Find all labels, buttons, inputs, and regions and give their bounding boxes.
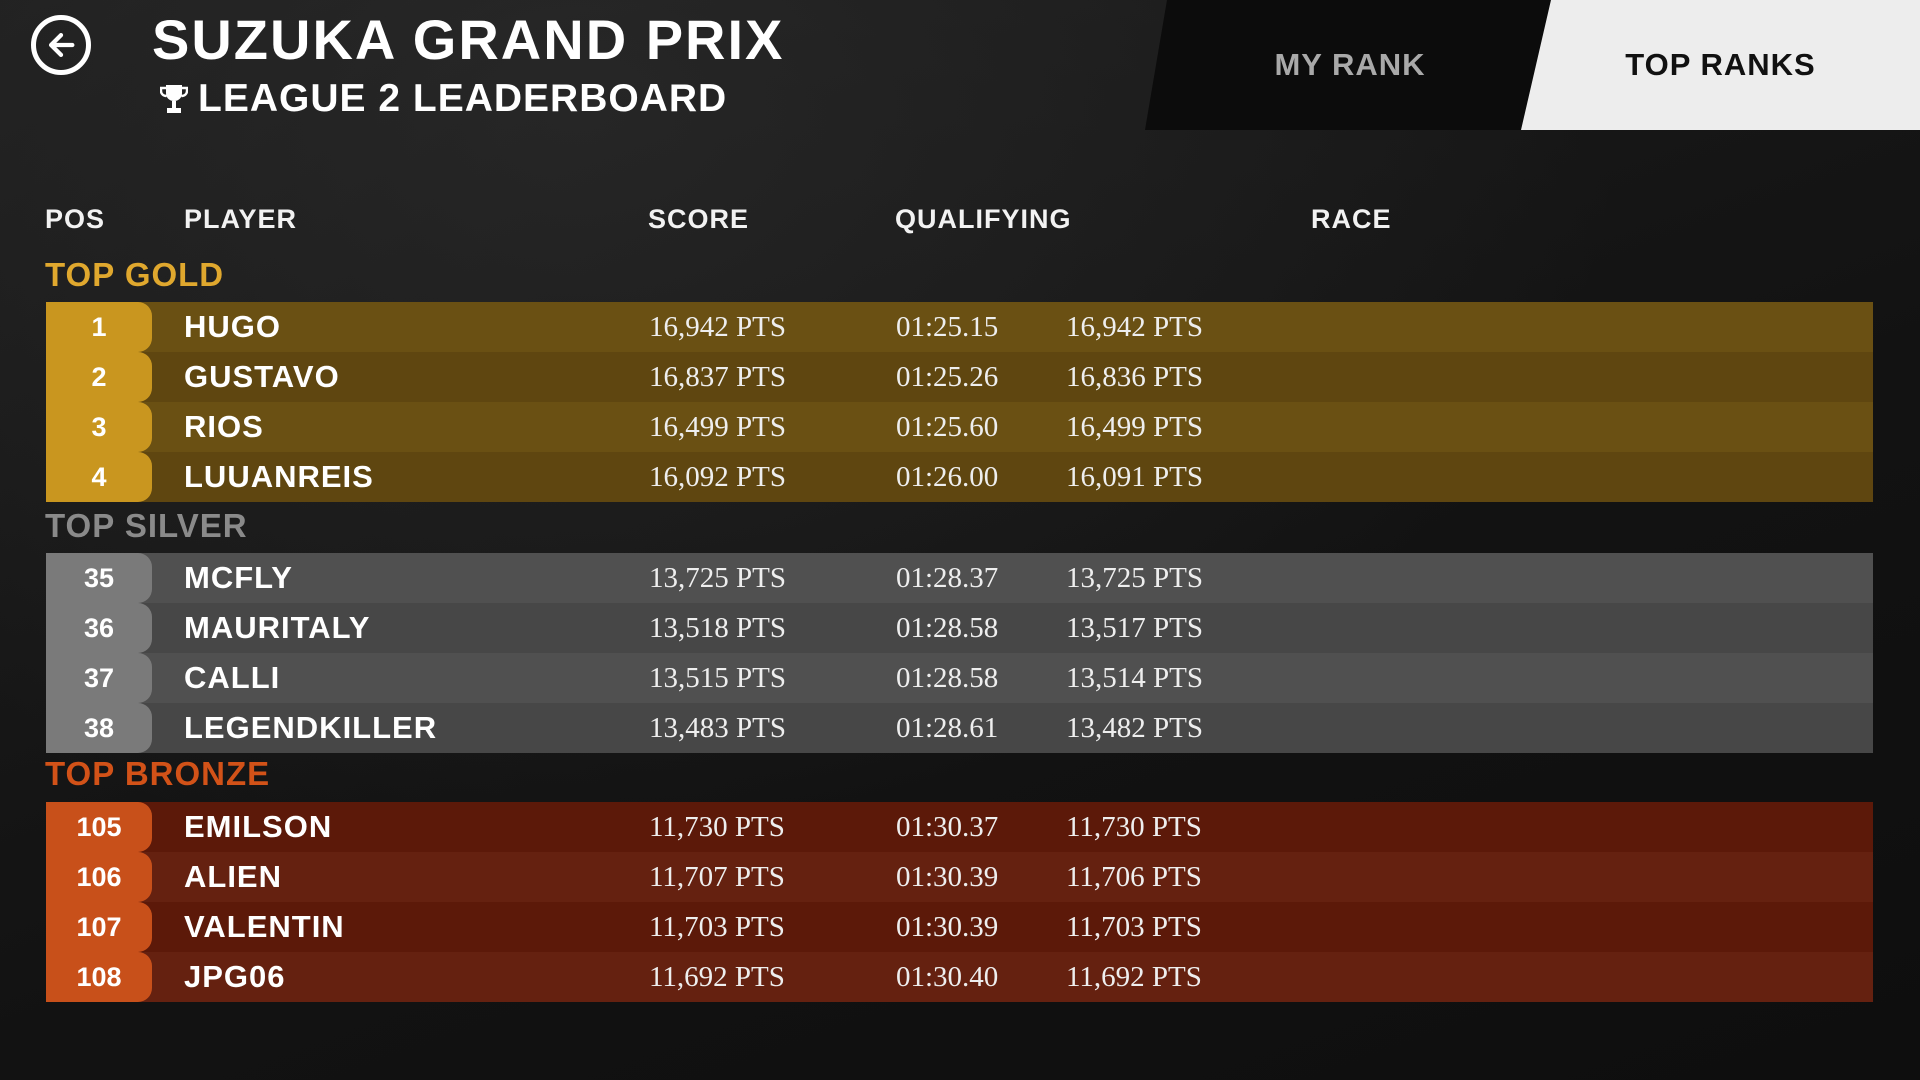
table-row[interactable]: 37 CALLI 13,515 PTS 01:28.58 13,514 PTS <box>46 653 1873 703</box>
section-label-gold: TOP GOLD <box>45 256 225 293</box>
qualifying-time: 01:28.37 <box>896 562 999 594</box>
position-badge: 107 <box>46 902 152 952</box>
table-row[interactable]: 3 RIOS 16,499 PTS 01:25.60 16,499 PTS <box>46 402 1873 452</box>
qualifying-score: 13,725 PTS <box>1066 562 1203 594</box>
table-row[interactable]: 106 ALIEN 11,707 PTS 01:30.39 11,706 PTS <box>46 852 1873 902</box>
column-header-race: RACE <box>1311 204 1392 234</box>
score-value: 13,483 PTS <box>649 712 786 744</box>
position-badge: 105 <box>46 802 152 852</box>
player-name: MCFLY <box>184 560 293 595</box>
section-label-bronze: TOP BRONZE <box>45 755 271 792</box>
score-value: 13,725 PTS <box>649 562 786 594</box>
column-header-pos: POS <box>45 204 106 234</box>
player-name: RIOS <box>184 409 264 444</box>
player-name: VALENTIN <box>184 909 345 944</box>
column-header-qualifying: QUALIFYING <box>895 204 1072 234</box>
qualifying-time: 01:30.37 <box>896 811 999 843</box>
table-row[interactable]: 4 LUUANREIS 16,092 PTS 01:26.00 16,091 PTS <box>46 452 1873 502</box>
bronze-rows: 105 EMILSON 11,730 PTS 01:30.37 11,730 PTS 10… <box>46 802 1873 1002</box>
arrow-left-icon <box>48 32 75 58</box>
qualifying-time: 01:25.15 <box>896 311 999 343</box>
qualifying-time: 01:30.40 <box>896 961 999 993</box>
qualifying-score: 16,836 PTS <box>1066 361 1203 393</box>
tab-my-rank-label: MY RANK <box>1274 47 1426 82</box>
qualifying-score: 16,499 PTS <box>1066 411 1203 443</box>
position-badge: 106 <box>46 852 152 902</box>
position-badge: 38 <box>46 703 152 753</box>
score-value: 13,518 PTS <box>649 612 786 644</box>
qualifying-time: 01:28.58 <box>896 612 999 644</box>
player-name: CALLI <box>184 660 281 695</box>
position-badge: 2 <box>46 352 152 402</box>
qualifying-score: 13,517 PTS <box>1066 612 1203 644</box>
player-name: GUSTAVO <box>184 359 340 394</box>
position-badge: 4 <box>46 452 152 502</box>
qualifying-score: 16,942 PTS <box>1066 311 1203 343</box>
page-title: SUZUKA GRAND PRIX <box>152 8 785 71</box>
player-name: EMILSON <box>184 809 333 844</box>
section-label-silver: TOP SILVER <box>45 507 248 544</box>
player-name: ALIEN <box>184 859 282 894</box>
page-subtitle: LEAGUE 2 LEADERBOARD <box>160 76 727 122</box>
tab-top-ranks-label: TOP RANKS <box>1625 47 1816 82</box>
column-header-player: PLAYER <box>184 204 298 234</box>
table-row[interactable]: 36 MAURITALY 13,518 PTS 01:28.58 13,517 PTS <box>46 603 1873 653</box>
silver-rows: 35 MCFLY 13,725 PTS 01:28.37 13,725 PTS 36 MAU… <box>46 553 1873 753</box>
table-row[interactable]: 105 EMILSON 11,730 PTS 01:30.37 11,730 PTS <box>46 802 1873 852</box>
table-row[interactable]: 2 GUSTAVO 16,837 PTS 01:25.26 16,836 PTS <box>46 352 1873 402</box>
qualifying-time: 01:28.58 <box>896 662 999 694</box>
player-name: MAURITALY <box>184 610 371 645</box>
subtitle-text: LEAGUE 2 LEADERBOARD <box>198 77 728 120</box>
qualifying-time: 01:28.61 <box>896 712 999 744</box>
qualifying-score: 13,514 PTS <box>1066 662 1203 694</box>
qualifying-time: 01:25.26 <box>896 361 999 393</box>
qualifying-time: 01:25.60 <box>896 411 999 443</box>
qualifying-score: 16,091 PTS <box>1066 461 1203 493</box>
table-row[interactable]: 108 JPG06 11,692 PTS 01:30.40 11,692 PTS <box>46 952 1873 1002</box>
qualifying-score: 11,706 PTS <box>1066 861 1202 893</box>
score-value: 16,092 PTS <box>649 461 786 493</box>
player-name: LUUANREIS <box>184 459 374 494</box>
qualifying-score: 13,482 PTS <box>1066 712 1203 744</box>
table-row[interactable]: 107 VALENTIN 11,703 PTS 01:30.39 11,703 PTS <box>46 902 1873 952</box>
tab-top-ranks[interactable]: TOP RANKS <box>1521 0 1920 130</box>
score-value: 16,942 PTS <box>649 311 786 343</box>
gold-rows: 1 HUGO 16,942 PTS 01:25.15 16,942 PTS 2 GUSTAV… <box>46 302 1873 502</box>
table-row[interactable]: 38 LEGENDKILLER 13,483 PTS 01:28.61 13,482 P… <box>46 703 1873 753</box>
score-value: 11,703 PTS <box>649 911 785 943</box>
score-value: 16,499 PTS <box>649 411 786 443</box>
player-name: LEGENDKILLER <box>184 710 438 745</box>
qualifying-score: 11,692 PTS <box>1066 961 1202 993</box>
position-badge: 35 <box>46 553 152 603</box>
position-badge: 37 <box>46 653 152 703</box>
position-badge: 108 <box>46 952 152 1002</box>
tab-my-rank[interactable]: MY RANK <box>1145 0 1555 130</box>
qualifying-score: 11,703 PTS <box>1066 911 1202 943</box>
position-badge: 3 <box>46 402 152 452</box>
score-value: 13,515 PTS <box>649 662 786 694</box>
back-button[interactable] <box>31 15 91 75</box>
qualifying-time: 01:30.39 <box>896 861 999 893</box>
trophy-icon <box>160 85 188 113</box>
position-badge: 36 <box>46 603 152 653</box>
player-name: HUGO <box>184 309 281 344</box>
score-value: 11,692 PTS <box>649 961 785 993</box>
score-value: 11,707 PTS <box>649 861 785 893</box>
player-name: JPG06 <box>184 959 286 994</box>
qualifying-time: 01:30.39 <box>896 911 999 943</box>
position-badge: 1 <box>46 302 152 352</box>
score-value: 16,837 PTS <box>649 361 786 393</box>
table-row[interactable]: 1 HUGO 16,942 PTS 01:25.15 16,942 PTS <box>46 302 1873 352</box>
table-row[interactable]: 35 MCFLY 13,725 PTS 01:28.37 13,725 PTS <box>46 553 1873 603</box>
score-value: 11,730 PTS <box>649 811 785 843</box>
qualifying-score: 11,730 PTS <box>1066 811 1202 843</box>
column-header-score: SCORE <box>648 204 750 234</box>
qualifying-time: 01:26.00 <box>896 461 999 493</box>
